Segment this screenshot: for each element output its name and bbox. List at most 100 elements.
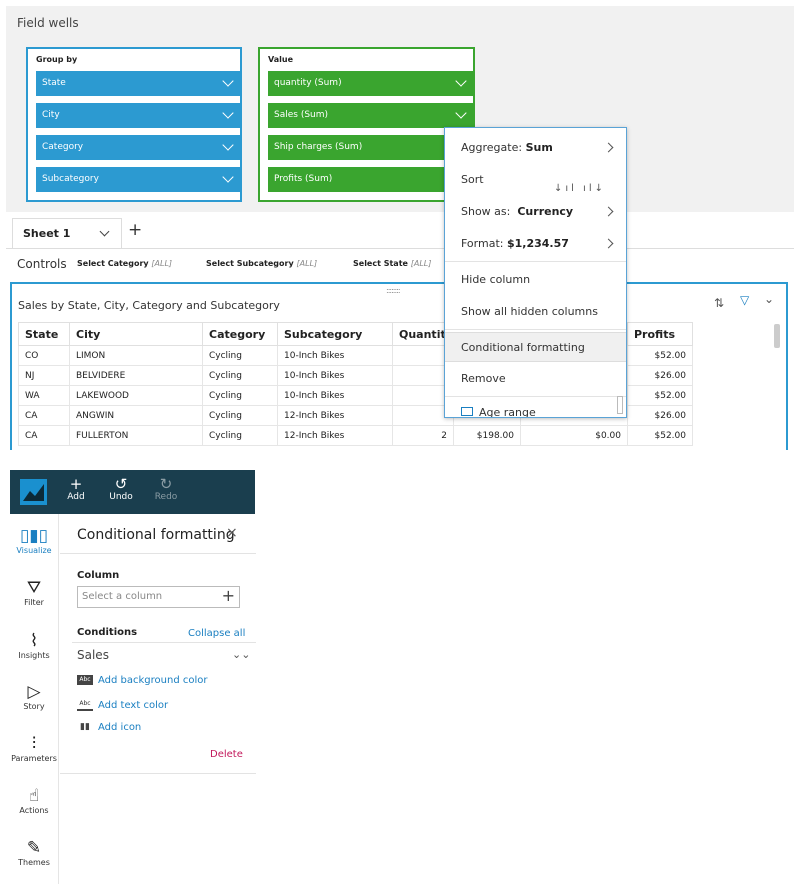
menu-item-format[interactable]: Format: $1,234.57	[445, 229, 626, 259]
controls-bar: Controls Select Category [ALL] Select Su…	[17, 257, 457, 273]
menu-item-show-as[interactable]: Show as: Currency	[445, 197, 626, 227]
menu-divider	[445, 329, 626, 330]
group-by-title: Group by	[36, 55, 78, 64]
add-sheet-button[interactable]: +	[128, 220, 142, 240]
condition-sales-header[interactable]: Sales	[77, 648, 109, 662]
nav-filter[interactable]: ⛛ Filter	[10, 578, 58, 607]
checkbox-icon	[461, 407, 473, 416]
column-header-state[interactable]: State	[18, 322, 70, 346]
left-nav: ▯▮▯ Visualize ⛛ Filter ⌇ Insights ▷ Story ⫶ P…	[10, 514, 58, 884]
column-header-profits[interactable]: Profits	[627, 322, 693, 346]
menu-scrollbar[interactable]	[617, 396, 623, 414]
control-select-subcategory[interactable]: Select Subcategory [ALL]	[206, 259, 317, 268]
double-chevron-down-icon[interactable]: ⌄⌄	[232, 648, 250, 661]
table-cell: Cycling	[202, 345, 278, 366]
field-pill-quantity[interactable]: quantity (Sum)	[268, 71, 473, 96]
field-wells-title: Field wells	[17, 16, 79, 30]
chevron-down-icon	[222, 139, 234, 151]
table-cell: CO	[18, 345, 70, 366]
table-cell: $52.00	[627, 385, 693, 406]
divider	[60, 773, 256, 774]
vertical-scrollbar[interactable]	[774, 324, 780, 348]
control-select-state[interactable]: Select State [ALL]	[353, 259, 431, 268]
field-pill-sales[interactable]: Sales (Sum)	[268, 103, 473, 128]
text-color-icon: Abc	[77, 699, 93, 711]
app-logo	[20, 479, 47, 505]
undo-button[interactable]: ↺ Undo	[101, 476, 141, 502]
field-pill-state[interactable]: State	[36, 71, 240, 96]
table-row[interactable]: CA FULLERTON Cycling 12-Inch Bikes 2 $198.00 $…	[18, 425, 693, 446]
menu-item-sort[interactable]: Sort ↓ıl ıl↓	[445, 165, 626, 195]
table-cell: LAKEWOOD	[69, 385, 203, 406]
nav-story[interactable]: ▷ Story	[10, 682, 58, 711]
add-text-color-link[interactable]: Abc Add text color	[77, 699, 168, 711]
menu-item-age-range[interactable]: Age range	[445, 398, 626, 417]
column-label: Column	[77, 570, 120, 581]
menu-item-conditional-formatting[interactable]: Conditional formatting	[445, 332, 626, 362]
chevron-down-icon	[222, 171, 234, 183]
conditional-formatting-panel: Conditional formatting × Column Select a…	[60, 514, 256, 774]
table-cell: ANGWIN	[69, 405, 203, 426]
table-cell: $52.00	[627, 425, 693, 446]
insights-icon: ⌇	[29, 631, 39, 651]
table-cell: Cycling	[202, 365, 278, 386]
parameters-icon: ⫶	[31, 734, 37, 754]
add-background-color-link[interactable]: Abc Add background color	[77, 675, 208, 686]
nav-themes[interactable]: ✎ Themes	[10, 838, 58, 867]
field-pill-city[interactable]: City	[36, 103, 240, 128]
table-cell: $26.00	[627, 365, 693, 386]
menu-item-show-hidden-columns[interactable]: Show all hidden columns	[445, 297, 626, 327]
table-cell: CA	[18, 425, 70, 446]
drag-handle[interactable]: ::::::::	[386, 286, 401, 295]
table-cell: BELVIDERE	[69, 365, 203, 386]
add-icon-link[interactable]: ▮▮ Add icon	[77, 722, 141, 733]
app-toolbar: + Add ↺ Undo ↻ Redo	[10, 470, 255, 514]
menu-divider	[445, 396, 626, 397]
menu-item-aggregate[interactable]: Aggregate: Sum	[445, 133, 626, 163]
menu-item-remove[interactable]: Remove	[445, 364, 626, 394]
divider	[72, 642, 256, 643]
thumbs-up-icon: ▮▮	[80, 722, 90, 732]
filter-icon[interactable]: ▽	[740, 293, 749, 307]
filter-icon: ⛛	[26, 578, 42, 598]
field-pill-category[interactable]: Category	[36, 135, 240, 160]
plus-icon[interactable]: +	[222, 586, 235, 606]
visual-title: Sales by State, City, Category and Subca…	[18, 299, 280, 312]
table-visual[interactable]: :::::::: Sales by State, City, Category …	[10, 282, 788, 450]
nav-actions[interactable]: ☝ Actions	[10, 786, 58, 815]
table-cell: $52.00	[627, 345, 693, 366]
chevron-right-icon	[603, 142, 614, 153]
table-cell: $198.00	[453, 425, 521, 446]
chevron-down-icon[interactable]	[99, 226, 110, 237]
swap-icon[interactable]: ⇅	[714, 296, 724, 310]
field-pill-subcategory[interactable]: Subcategory	[36, 167, 240, 192]
story-icon: ▷	[27, 682, 41, 702]
nav-parameters[interactable]: ⫶ Parameters	[10, 734, 58, 763]
menu-item-hide-column[interactable]: Hide column	[445, 265, 626, 295]
nav-visualize[interactable]: ▯▮▯ Visualize	[10, 526, 58, 555]
conditions-label: Conditions	[77, 627, 138, 638]
background-color-icon: Abc	[77, 675, 93, 685]
nav-insights[interactable]: ⌇ Insights	[10, 631, 58, 660]
table-cell: CA	[18, 405, 70, 426]
column-header-city[interactable]: City	[69, 322, 203, 346]
close-icon[interactable]: ×	[226, 525, 238, 541]
tab-sheet-1[interactable]: Sheet 1	[12, 218, 122, 248]
table-cell: 10-Inch Bikes	[277, 385, 393, 406]
table-cell: $0.00	[520, 425, 628, 446]
table-cell: WA	[18, 385, 70, 406]
chevron-down-icon[interactable]: ⌄	[764, 292, 774, 306]
sheet-tab-bar: Sheet 1 +	[6, 215, 794, 249]
add-button[interactable]: + Add	[56, 476, 96, 502]
delete-button[interactable]: Delete	[210, 749, 243, 760]
field-pill-ship-charges[interactable]: Ship charges (Sum)	[268, 135, 473, 160]
redo-button[interactable]: ↻ Redo	[146, 476, 186, 502]
column-header-category[interactable]: Category	[202, 322, 278, 346]
column-select[interactable]: Select a column +	[77, 586, 240, 608]
field-pill-profits[interactable]: Profits (Sum)	[268, 167, 473, 192]
actions-icon: ☝	[28, 786, 40, 806]
collapse-all-link[interactable]: Collapse all	[188, 628, 245, 639]
control-select-category[interactable]: Select Category [ALL]	[77, 259, 172, 268]
column-header-subcategory[interactable]: Subcategory	[277, 322, 393, 346]
chevron-down-icon	[455, 75, 467, 87]
